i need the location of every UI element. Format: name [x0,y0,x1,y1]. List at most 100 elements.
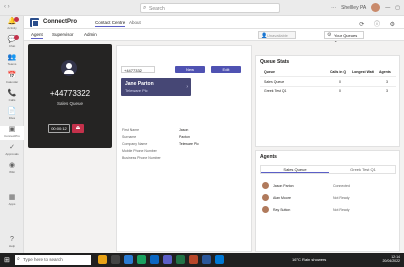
rail-item-activity[interactable]: 🔔 Activity [0,17,24,32]
taskbar-search-input[interactable]: ⌕ Type here to search [15,255,91,265]
agent-row[interactable]: Alan Moore Not Ready [262,194,396,202]
agents-queue-tabs: Sales Queue Greek Test Q1 [260,165,396,174]
agent-avatar [262,182,269,189]
field-label: Company Name [122,142,148,146]
field-company-name: Company Name Teleware Plc [122,142,250,148]
rail-label: Calendar [5,80,19,84]
app-header: ConnectPro Contact Centre About ⟳ ⓘ ⚙ [24,16,404,29]
windows-start-icon[interactable]: ⊞ [4,256,10,264]
queue-cell: Greek Test Q1 [264,89,287,93]
help-icon: ? [10,236,14,243]
edit-contact-button[interactable]: Edit [211,66,241,73]
file-explorer-icon[interactable] [98,255,107,264]
outlook-icon[interactable] [215,255,224,264]
agent-status: Not Ready [333,208,350,212]
more-options-icon[interactable]: ··· [331,5,336,11]
rail-label: Teams [7,62,17,66]
column-header-agents: Agents [379,70,391,74]
clock-date: 20/04/2022 [382,259,400,263]
column-header-queue: Queue [264,70,275,74]
file-icon: 📄 [7,108,17,115]
divider [260,86,396,87]
chevron-down-icon: ⌄ [334,38,338,43]
card-chevron-icon: › [186,84,188,90]
agent-row[interactable]: Jason Parton Connected [262,182,396,190]
tab-sales-queue[interactable]: Sales Queue [261,166,329,173]
contact-card[interactable]: Jane Parton Teleware Plc › [121,78,191,96]
notification-badge [14,35,19,40]
notification-badge [14,17,19,22]
rail-label: ConnectPro [4,134,20,138]
tab-supervisor[interactable]: Supervisor [52,32,74,37]
wiki-icon: ◉ [8,162,16,169]
tab-greek-test-q1[interactable]: Greek Test Q1 [329,166,397,173]
check-icon: ✓ [9,144,15,151]
agents-panel: Agents Sales Queue Greek Test Q1 Jason P… [255,150,400,252]
your-queues-dropdown[interactable]: ⚙ Your Queues ⌄ [324,31,364,43]
taskbar-clock[interactable]: 12:14 20/04/2022 [382,255,400,263]
mail-icon[interactable] [124,255,133,264]
tab-about[interactable]: About [129,20,141,25]
field-label: Mobile Phone Number [122,149,157,153]
call-timer: 00:00:12 [48,124,70,133]
user-avatar[interactable] [371,3,381,12]
rail-label: Activity [7,26,17,30]
rail-item-teams[interactable]: 👥 Teams [0,54,24,68]
rail-item-approvals[interactable]: ✓ Approvals [0,144,24,158]
rail-item-files[interactable]: 📄 Files [0,108,24,122]
powerpoint-icon[interactable] [189,255,198,264]
tab-admin[interactable]: Admin [84,32,97,37]
nav-arrows[interactable]: ‹ › [4,4,10,10]
connectpro-logo-icon [30,18,39,27]
queue-cell: Sales Queue [264,80,285,84]
new-contact-button[interactable]: New [175,66,205,73]
rail-item-wiki[interactable]: ◉ Wiki [0,162,24,176]
maximize-icon[interactable]: ▢ [395,5,400,11]
app-rail: 🔔 Activity 💬 Chat 👥 Teams 📅 Calendar 📞 Calls … [0,16,24,253]
queue-stats-title: Queue Stats [260,59,290,65]
header-action-icons[interactable]: ⟳ ⓘ ⚙ [359,19,399,28]
agents-cell: 3 [386,80,388,84]
column-header-calls-in-q: Calls in Q [330,70,347,74]
minimize-icon[interactable]: — [385,5,390,11]
phone-icon: 📞 [7,90,17,97]
excel-icon[interactable] [176,255,185,264]
rail-item-calls[interactable]: 📞 Calls [0,90,24,104]
chrome-icon[interactable] [137,255,146,264]
call-queue-name: Sales Queue [56,101,84,106]
field-label: Business Phone Number [122,156,161,160]
field-surname: Surname Paxton [122,135,250,141]
tab-agent[interactable]: Agent [31,32,43,39]
agents-cell: 3 [386,89,388,93]
taskbar-search-placeholder: Type here to search [23,257,63,262]
tab-contact-centre[interactable]: Contact Centre [95,20,126,27]
weather-widget[interactable]: 16°C Rain showers [292,257,326,262]
rail-item-help[interactable]: ? Help [0,236,24,250]
connectpro-icon: ▣ [8,126,16,133]
edge-icon[interactable] [150,255,159,264]
calendar-icon: 📅 [7,72,17,79]
availability-dropdown[interactable]: 👤 Unavailable [258,31,296,39]
rail-item-chat[interactable]: 💬 Chat [0,35,24,50]
field-value: Paxton [179,135,190,139]
teams-taskbar-icon[interactable] [163,255,172,264]
availability-value: Unavailable [267,33,288,38]
agent-row[interactable]: Ray Sutton Not Ready [262,206,396,214]
calls-cell: 0 [339,80,341,84]
hang-up-button[interactable]: ⏏ [72,124,84,133]
apps-icon: ▦ [8,194,16,201]
task-view-icon[interactable] [111,255,120,264]
caller-id-input[interactable]: +4477332 [121,66,155,73]
global-search-input[interactable]: ⌕ Search [140,3,280,13]
rail-item-connectpro[interactable]: ▣ ConnectPro [0,126,24,140]
agent-name: Alan Moore [273,196,291,200]
search-placeholder: Search [149,6,165,12]
rail-item-apps[interactable]: ▦ Apps [0,194,24,208]
avatar-body [64,70,74,74]
role-tabs-bar: Agent Supervisor Admin 👤 Unavailable ⚙ Y… [24,29,404,43]
rail-item-calendar[interactable]: 📅 Calendar [0,72,24,86]
word-icon[interactable] [202,255,211,264]
contact-card-name: Jane Parton [125,81,154,87]
calls-cell: 0 [339,89,341,93]
field-label: First Name [122,128,140,132]
